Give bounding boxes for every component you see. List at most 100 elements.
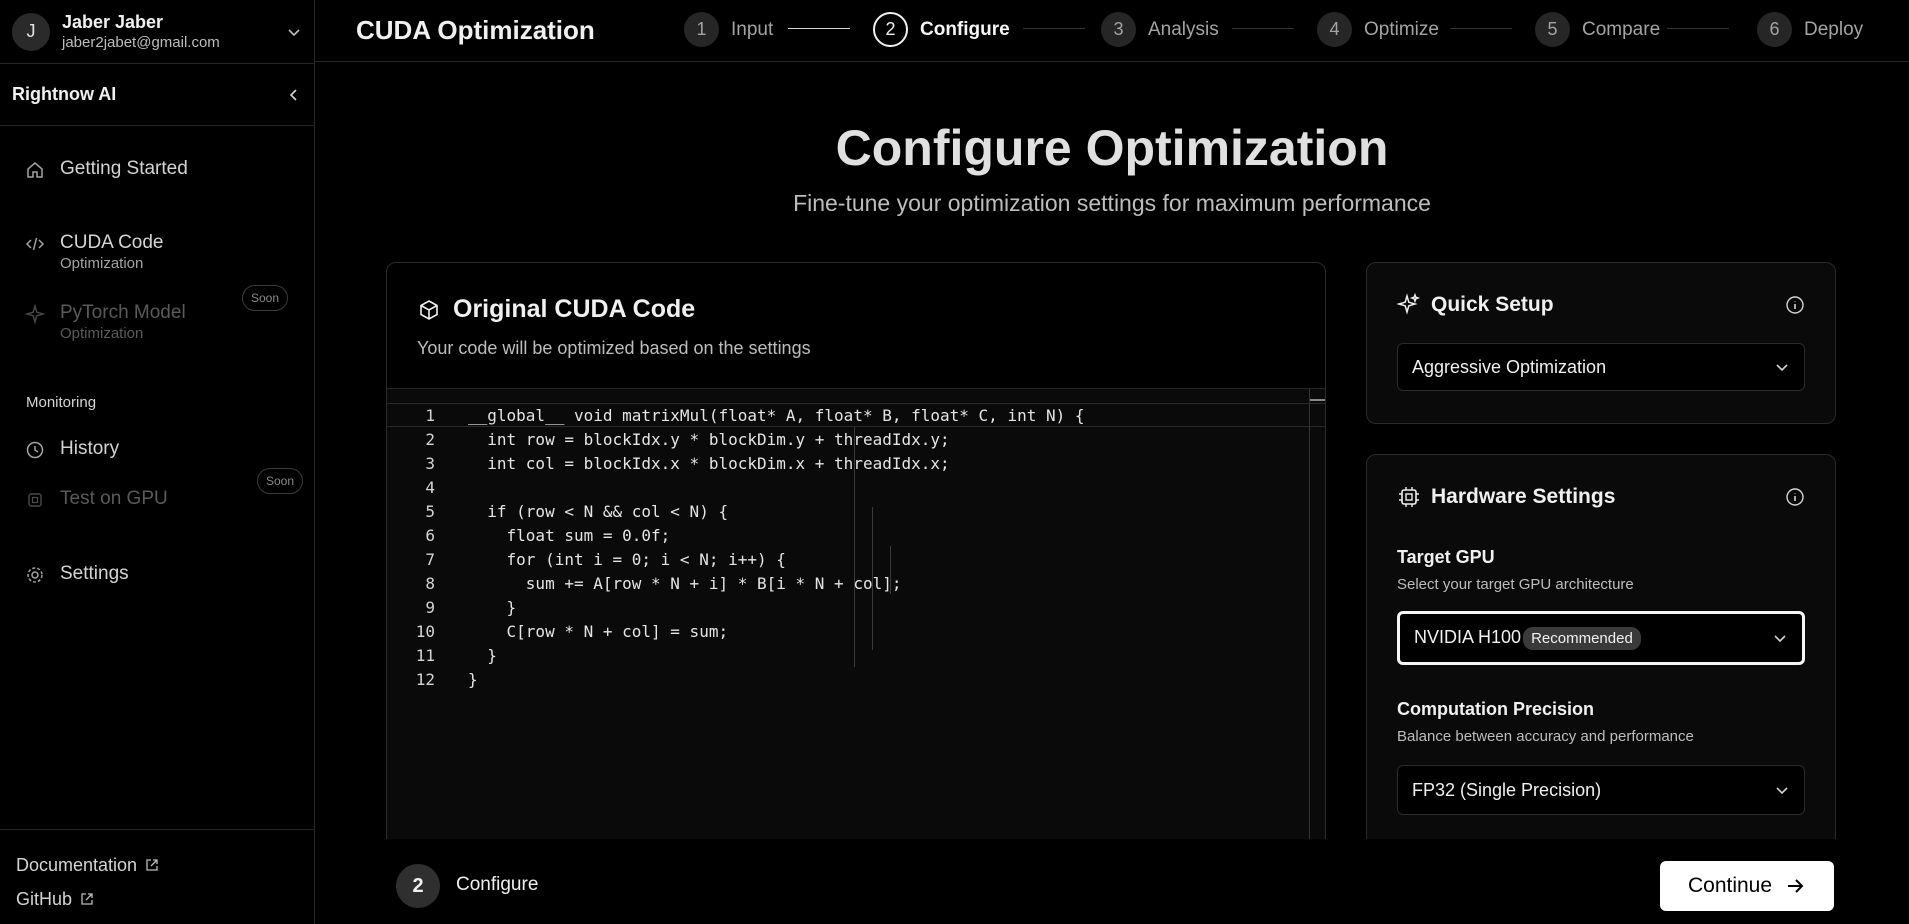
user-switcher[interactable]: J Jaber Jaber jaber2jabet@gmail.com <box>0 0 314 64</box>
sidebar-item-settings[interactable]: Settings <box>24 562 129 586</box>
code-line: 5 if (row < N && col < N) { <box>387 499 1325 523</box>
editor-overview-marker <box>1310 399 1325 401</box>
github-link-label: GitHub <box>16 888 73 909</box>
stepper-step-deploy[interactable]: 6 Deploy <box>1757 12 1863 47</box>
configure-subtitle: Fine-tune your optimization settings for… <box>793 190 1431 216</box>
quick-setup-title-text: Quick Setup <box>1431 293 1554 316</box>
code-line: 1 __global__ void matrixMul(float* A, flo… <box>387 403 1325 427</box>
precision-help: Balance between accuracy and performance <box>1397 728 1694 745</box>
line-number: 9 <box>425 597 435 617</box>
user-info: Jaber Jaber jaber2jabet@gmail.com <box>62 11 286 53</box>
code-text: int col = blockIdx.x * blockDim.x + thre… <box>468 453 950 473</box>
step-number: 2 <box>873 12 908 47</box>
code-editor[interactable]: 1 __global__ void matrixMul(float* A, flo… <box>387 389 1325 839</box>
sidebar-item-label: PyTorch Model <box>60 302 186 323</box>
code-text: if (row < N && col < N) { <box>468 501 729 521</box>
bottom-action-bar: 2 Configure Continue <box>355 839 1879 924</box>
editor-scrollbar[interactable] <box>1309 389 1310 839</box>
quick-setup-select[interactable]: Aggressive Optimization <box>1397 343 1805 391</box>
sidebar-item-history[interactable]: History <box>24 437 119 461</box>
sidebar-item-label: History <box>60 438 120 459</box>
code-text: __global__ void matrixMul(float* A, floa… <box>468 405 1085 425</box>
hardware-settings-title-text: Hardware Settings <box>1431 485 1616 508</box>
top-bar: CUDA Optimization 1 Input 2 Configure 3 … <box>315 0 1909 62</box>
code-card-title: Original CUDA Code <box>417 295 1295 324</box>
page-title: CUDA Optimization <box>356 15 595 45</box>
precision-select[interactable]: FP32 (Single Precision) <box>1397 765 1805 815</box>
collapse-sidebar-icon[interactable] <box>286 87 302 103</box>
code-text: for (int i = 0; i < N; i++) { <box>468 549 786 569</box>
stepper-step-analysis[interactable]: 3 Analysis <box>1101 12 1219 47</box>
chevron-down-icon <box>1776 364 1788 372</box>
sparkle-icon <box>24 303 46 325</box>
line-number: 12 <box>415 669 435 689</box>
chip-icon <box>1399 487 1419 507</box>
step-label: Input <box>731 18 774 40</box>
step-number: 6 <box>1757 12 1792 47</box>
quick-setup-panel: Quick Setup Aggressive Optimization <box>1366 262 1836 424</box>
sidebar-item-sublabel: Optimization <box>60 255 144 272</box>
sidebar-item-sublabel: Optimization <box>60 325 144 342</box>
continue-button-label: Continue <box>1687 874 1773 897</box>
target-gpu-field: Target GPU Select your target GPU archit… <box>1397 547 1805 665</box>
step-label: Deploy <box>1804 18 1864 40</box>
arrow-right-icon <box>1788 879 1804 893</box>
step-label: Compare <box>1582 18 1661 40</box>
recommended-badge: Recommended <box>1523 626 1641 650</box>
user-name: Jaber Jaber <box>62 11 164 32</box>
chip-icon <box>28 493 42 507</box>
soon-badge: Soon <box>242 285 289 311</box>
quick-setup-header: Quick Setup <box>1397 293 1805 317</box>
configure-title: Configure Optimization <box>835 120 1389 176</box>
code-line: 2 int row = blockIdx.y * blockDim.y + th… <box>387 427 1325 451</box>
code-icon <box>25 237 45 251</box>
user-email: jaber2jabet@gmail.com <box>62 33 220 51</box>
code-line: 11 } <box>387 643 1325 667</box>
brand-name: Rightnow AI <box>12 84 117 104</box>
stepper-step-compare[interactable]: 5 Compare <box>1535 12 1660 47</box>
continue-button[interactable]: Continue <box>1660 861 1834 911</box>
precision-value: FP32 (Single Precision) <box>1412 779 1602 800</box>
code-line: 8 sum += A[row * N + i] * B[i * N + col]… <box>387 571 1325 595</box>
stepper-step-input[interactable]: 1 Input <box>684 12 773 47</box>
github-link[interactable]: GitHub <box>16 882 298 916</box>
code-line: 4 <box>387 475 1325 499</box>
target-gpu-value: NVIDIA H100 <box>1414 626 1522 647</box>
step-label: Optimize <box>1364 18 1439 40</box>
sidebar-item-cuda-code[interactable]: CUDA Code Optimization <box>24 231 164 273</box>
info-icon[interactable] <box>1785 295 1805 315</box>
home-icon <box>27 162 43 178</box>
code-line: 7 for (int i = 0; i < N; i++) { <box>387 547 1325 571</box>
sidebar: J Jaber Jaber jaber2jabet@gmail.com Righ… <box>0 0 315 924</box>
code-text: sum += A[row * N + i] * B[i * N + col]; <box>468 573 902 593</box>
info-icon[interactable] <box>1785 487 1805 507</box>
hardware-settings-panel: Hardware Settings Target GPU Select your… <box>1366 454 1836 839</box>
line-number: 11 <box>415 645 435 665</box>
line-number: 7 <box>425 549 435 569</box>
code-card-title-text: Original CUDA Code <box>453 295 696 323</box>
precision-label: Computation Precision <box>1397 699 1595 719</box>
code-text: } <box>468 669 478 689</box>
step-connector <box>1450 28 1512 29</box>
hardware-settings-header: Hardware Settings <box>1397 485 1805 509</box>
code-text: } <box>468 645 497 665</box>
current-step-number: 2 <box>396 864 440 908</box>
code-text: int row = blockIdx.y * blockDim.y + thre… <box>468 429 950 449</box>
sidebar-item-label: Test on GPU <box>60 488 168 509</box>
code-text: float sum = 0.0f; <box>468 525 671 545</box>
cube-icon <box>420 299 438 320</box>
sidebar-item-getting-started[interactable]: Getting Started <box>24 157 188 181</box>
history-icon <box>26 441 44 459</box>
stepper-step-optimize[interactable]: 4 Optimize <box>1317 12 1439 47</box>
external-link-icon <box>81 893 93 905</box>
stepper-step-configure[interactable]: 2 Configure <box>873 12 1010 47</box>
target-gpu-help: Select your target GPU architecture <box>1397 576 1634 593</box>
current-step-label: Configure <box>456 874 539 895</box>
line-number: 8 <box>425 573 435 593</box>
chevron-down-icon <box>1774 635 1786 643</box>
quick-setup-title: Quick Setup <box>1397 293 1554 317</box>
target-gpu-select[interactable]: NVIDIA H100 Recommended <box>1397 611 1805 665</box>
step-label: Configure <box>920 18 1010 40</box>
chevron-down-icon <box>288 28 300 36</box>
documentation-link[interactable]: Documentation <box>16 848 298 882</box>
